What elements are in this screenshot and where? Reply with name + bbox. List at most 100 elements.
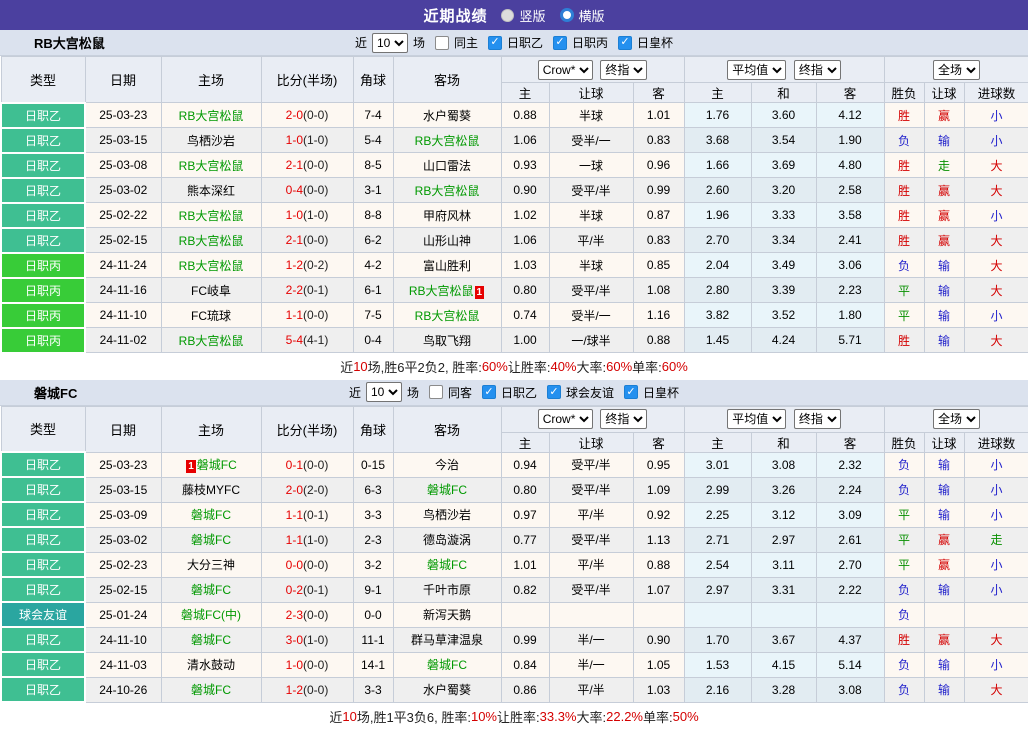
home-team-cell[interactable]: RB大宫松鼠 [161,103,261,128]
home-team-cell[interactable]: 1磐城FC [161,452,261,477]
average-odds-cell: 1.66 [684,153,751,178]
summary-segment: 60% [662,359,688,374]
result-text: 输 [938,658,950,672]
league-type-badge: 日职乙 [1,128,85,153]
fulltime-score: 1-0 [286,208,303,222]
scope-select[interactable]: 全场 [933,409,980,429]
home-team-cell[interactable]: RB大宫松鼠 [161,203,261,228]
score-cell[interactable]: 0-1(0-0) [261,452,353,477]
scope-select[interactable]: 全场 [933,60,980,80]
home-team-cell[interactable]: FC琉球 [161,303,261,328]
score-cell[interactable]: 1-2(0-2) [261,253,353,278]
odds-stage-select[interactable]: 终指 [600,409,647,429]
away-team-cell[interactable]: 鸟栖沙岩 [393,502,501,527]
away-team-cell[interactable]: 山形山神 [393,228,501,253]
same-venue-checkbox[interactable] [429,385,443,399]
score-cell[interactable]: 2-1(0-0) [261,228,353,253]
handicap-odds-cell: 0.90 [633,627,684,652]
summary-segment: 让胜率: [508,357,551,376]
home-team-cell[interactable]: RB大宫松鼠 [161,153,261,178]
away-team-cell[interactable]: 水户蜀葵 [393,677,501,702]
away-team-cell[interactable]: RB大宫松鼠1 [393,278,501,303]
away-team-cell[interactable]: 磐城FC [393,477,501,502]
league-checkbox[interactable]: ✓ [553,36,567,50]
away-team-cell[interactable]: 群马草津温泉 [393,627,501,652]
score-cell[interactable]: 1-1(0-0) [261,303,353,328]
halftime-score: (1-0) [303,633,328,647]
away-team-cell[interactable]: RB大宫松鼠 [393,128,501,153]
match-row: 日职乙24-11-10磐城FC3-0(1-0)11-1群马草津温泉0.99半/一… [1,627,1028,652]
handicap-odds-cell: 0.90 [501,178,549,203]
result-cell: 负 [884,602,924,627]
recent-count-select[interactable]: 10 [372,33,408,53]
radio-horizontal-layout[interactable]: 横版 [560,6,605,25]
home-team-cell[interactable]: 大分三神 [161,552,261,577]
odds-stage-select[interactable]: 终指 [600,60,647,80]
home-team-cell[interactable]: FC岐阜 [161,278,261,303]
away-team-cell[interactable]: RB大宫松鼠 [393,178,501,203]
score-cell[interactable]: 1-2(0-0) [261,677,353,702]
score-cell[interactable]: 0-2(0-1) [261,577,353,602]
score-cell[interactable]: 2-2(0-1) [261,278,353,303]
home-team-cell[interactable]: RB大宫松鼠 [161,228,261,253]
league-checkbox[interactable]: ✓ [547,385,561,399]
away-team-cell[interactable]: 鸟取飞翔 [393,328,501,353]
away-team-cell[interactable]: 磐城FC [393,552,501,577]
avg-source-select[interactable]: 平均值 [727,409,786,429]
result-text: 负 [898,458,910,472]
column-header: 主 [501,83,549,103]
league-checkbox[interactable]: ✓ [618,36,632,50]
average-odds-cell: 3.26 [751,477,816,502]
home-team-cell[interactable]: 熊本深红 [161,178,261,203]
radio-vertical-layout[interactable]: 竖版 [501,6,545,25]
handicap-odds-cell [549,602,633,627]
away-team-cell[interactable]: 水户蜀葵 [393,103,501,128]
away-team-cell[interactable]: 磐城FC [393,652,501,677]
odds-source-select[interactable]: Crow* [538,60,593,80]
score-cell[interactable]: 1-0(1-0) [261,203,353,228]
odds-source-select[interactable]: Crow* [538,409,593,429]
score-cell[interactable]: 5-4(4-1) [261,328,353,353]
handicap-odds-cell: 受平/半 [549,452,633,477]
score-cell[interactable]: 1-0(0-0) [261,652,353,677]
home-team-cell[interactable]: 藤枝MYFC [161,477,261,502]
home-team-cell[interactable]: 鸟栖沙岩 [161,128,261,153]
away-team-cell[interactable]: 甲府风林 [393,203,501,228]
away-team-cell[interactable]: 山口雷法 [393,153,501,178]
league-checkbox[interactable]: ✓ [482,385,496,399]
score-cell[interactable]: 1-1(1-0) [261,527,353,552]
home-team-cell[interactable]: 磐城FC [161,677,261,702]
avg-stage-select[interactable]: 终指 [794,409,841,429]
away-team-cell[interactable]: 今治 [393,452,501,477]
score-cell[interactable]: 2-1(0-0) [261,153,353,178]
away-team-cell[interactable]: 新泻天鹅 [393,602,501,627]
home-team-cell[interactable]: 磐城FC [161,502,261,527]
league-checkbox[interactable]: ✓ [488,36,502,50]
handicap-odds-cell: 一球 [549,153,633,178]
league-checkbox[interactable]: ✓ [624,385,638,399]
score-cell[interactable]: 1-1(0-1) [261,502,353,527]
away-team-cell[interactable]: 德岛漩涡 [393,527,501,552]
home-team-cell[interactable]: 磐城FC(中) [161,602,261,627]
home-team-cell[interactable]: 清水鼓动 [161,652,261,677]
home-team-cell[interactable]: RB大宫松鼠 [161,328,261,353]
score-cell[interactable]: 0-0(0-0) [261,552,353,577]
home-team-cell[interactable]: 磐城FC [161,627,261,652]
column-header: 比分(半场) [261,57,353,103]
score-cell[interactable]: 2-0(2-0) [261,477,353,502]
home-team-cell[interactable]: RB大宫松鼠 [161,253,261,278]
score-cell[interactable]: 0-4(0-0) [261,178,353,203]
same-venue-checkbox[interactable] [435,36,449,50]
avg-stage-select[interactable]: 终指 [794,60,841,80]
home-team-cell[interactable]: 磐城FC [161,577,261,602]
avg-source-select[interactable]: 平均值 [727,60,786,80]
away-team-cell[interactable]: 千叶市原 [393,577,501,602]
score-cell[interactable]: 2-0(0-0) [261,103,353,128]
home-team-cell[interactable]: 磐城FC [161,527,261,552]
score-cell[interactable]: 2-3(0-0) [261,602,353,627]
score-cell[interactable]: 3-0(1-0) [261,627,353,652]
away-team-cell[interactable]: 富山胜利 [393,253,501,278]
recent-count-select[interactable]: 10 [366,382,402,402]
away-team-cell[interactable]: RB大宫松鼠 [393,303,501,328]
score-cell[interactable]: 1-0(1-0) [261,128,353,153]
